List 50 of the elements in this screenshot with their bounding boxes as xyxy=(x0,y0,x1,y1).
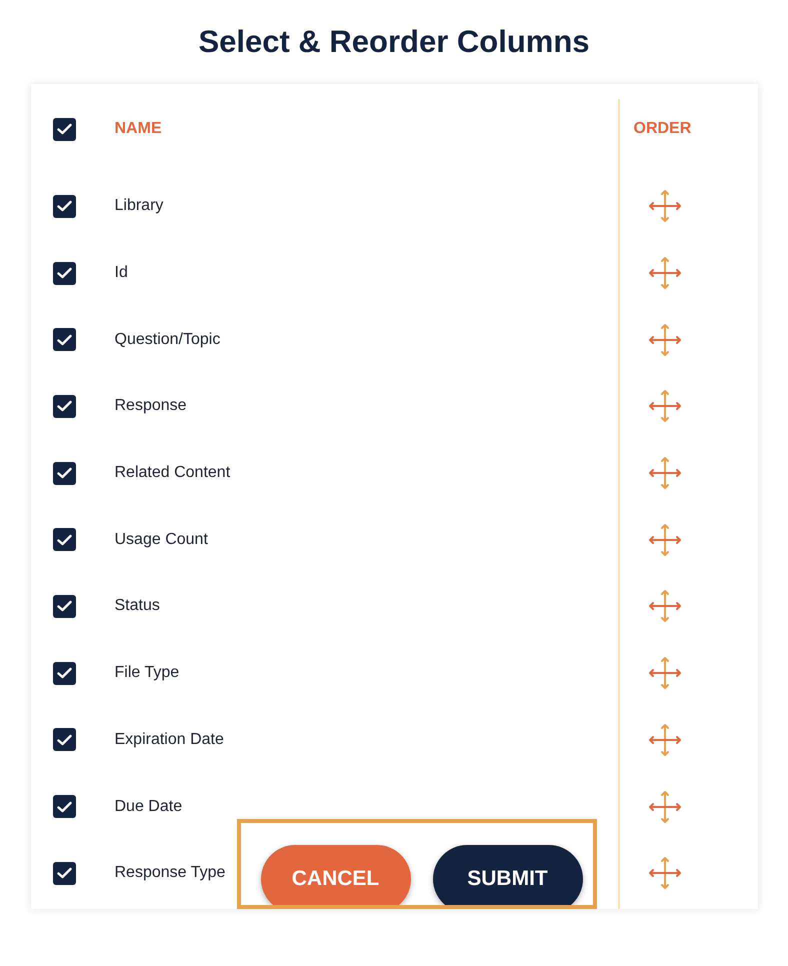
column-name: Library xyxy=(114,196,164,216)
checkbox[interactable] xyxy=(52,462,76,485)
page-title: Select & Reorder Columns xyxy=(198,23,590,61)
checkbox[interactable] xyxy=(52,594,76,618)
column-name: Usage Count xyxy=(114,530,208,550)
move-icon[interactable] xyxy=(648,456,682,490)
move-icon[interactable] xyxy=(648,656,682,690)
checkbox[interactable] xyxy=(52,328,76,352)
name-column-header: NAME xyxy=(114,119,162,139)
checkbox[interactable] xyxy=(52,795,76,818)
checkmark-icon xyxy=(56,267,72,280)
move-icon[interactable] xyxy=(648,856,682,890)
checkmark-icon xyxy=(56,467,72,480)
submit-button[interactable]: SUBMIT xyxy=(432,845,582,905)
column-name: Response Type xyxy=(114,863,226,884)
move-icon[interactable] xyxy=(648,589,682,624)
column-name: Question/Topic xyxy=(114,330,220,350)
checkmark-icon xyxy=(56,800,72,813)
move-icon[interactable] xyxy=(648,790,682,824)
move-icon[interactable] xyxy=(648,389,682,424)
checkmark-icon xyxy=(56,200,72,212)
column-name: Expiration Date xyxy=(114,730,224,750)
move-icon[interactable] xyxy=(648,256,682,290)
checkmark-icon xyxy=(56,534,72,546)
move-icon[interactable] xyxy=(648,189,682,224)
checkbox[interactable] xyxy=(52,862,76,885)
checkmark-icon xyxy=(56,667,72,680)
checkbox[interactable] xyxy=(52,662,76,685)
order-column-header: ORDER xyxy=(634,119,692,139)
checkmark-icon xyxy=(56,867,72,880)
checkmark-icon xyxy=(56,600,72,612)
checkmark-icon xyxy=(56,123,72,135)
move-icon[interactable] xyxy=(648,522,682,557)
column-name: Related Content xyxy=(114,463,230,484)
move-icon[interactable] xyxy=(648,722,682,757)
checkbox[interactable] xyxy=(52,118,76,140)
checkmark-icon xyxy=(56,400,72,412)
checkbox[interactable] xyxy=(52,528,76,552)
column-name: File Type xyxy=(114,663,180,684)
column-name: Response xyxy=(114,396,187,416)
checkmark-icon xyxy=(56,334,72,346)
column-name: Status xyxy=(114,596,160,616)
checkbox[interactable] xyxy=(52,262,76,285)
checkmark-icon xyxy=(56,734,72,746)
checkbox[interactable] xyxy=(52,394,76,418)
column-name: Due Date xyxy=(114,796,182,817)
checkbox[interactable] xyxy=(52,194,76,218)
checkbox[interactable] xyxy=(52,728,76,752)
column-name: Id xyxy=(114,263,128,284)
move-icon[interactable] xyxy=(648,322,682,357)
